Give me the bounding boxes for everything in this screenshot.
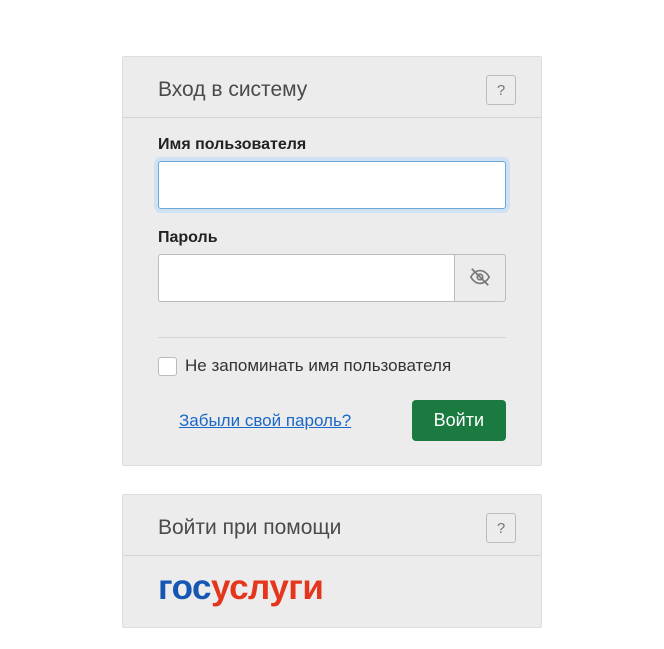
eye-slash-icon	[469, 266, 491, 291]
sso-body: госуслуги	[123, 556, 541, 626]
remember-label: Не запоминать имя пользователя	[185, 356, 451, 376]
username-input[interactable]	[158, 161, 506, 209]
login-form: Имя пользователя Пароль	[123, 118, 541, 327]
gosuslugi-provider-button[interactable]: госуслуги	[158, 568, 323, 608]
actions-row: Забыли свой пароль? Войти	[123, 386, 541, 465]
login-header: Вход в систему ?	[123, 57, 541, 118]
remember-checkbox[interactable]	[158, 357, 177, 376]
username-label: Имя пользователя	[158, 136, 506, 154]
remember-row: Не запоминать имя пользователя	[123, 338, 541, 386]
password-input[interactable]	[158, 254, 454, 302]
sso-help-button[interactable]: ?	[486, 513, 516, 543]
sso-header: Войти при помощи ?	[123, 495, 541, 556]
username-group: Имя пользователя	[158, 136, 506, 209]
password-label: Пароль	[158, 229, 506, 247]
forgot-password-link[interactable]: Забыли свой пароль?	[179, 411, 351, 431]
password-group: Пароль	[158, 229, 506, 302]
login-submit-button[interactable]: Войти	[412, 400, 506, 441]
login-title: Вход в систему	[158, 78, 307, 102]
toggle-password-button[interactable]	[454, 254, 506, 302]
password-wrap	[158, 254, 506, 302]
gosuslugi-text-blue: гос	[158, 568, 211, 607]
login-help-button[interactable]: ?	[486, 75, 516, 105]
sso-title: Войти при помощи	[158, 516, 341, 540]
sso-panel: Войти при помощи ? госуслуги	[122, 494, 542, 628]
gosuslugi-text-red: услуги	[211, 568, 323, 607]
login-panel: Вход в систему ? Имя пользователя Пароль	[122, 56, 542, 466]
